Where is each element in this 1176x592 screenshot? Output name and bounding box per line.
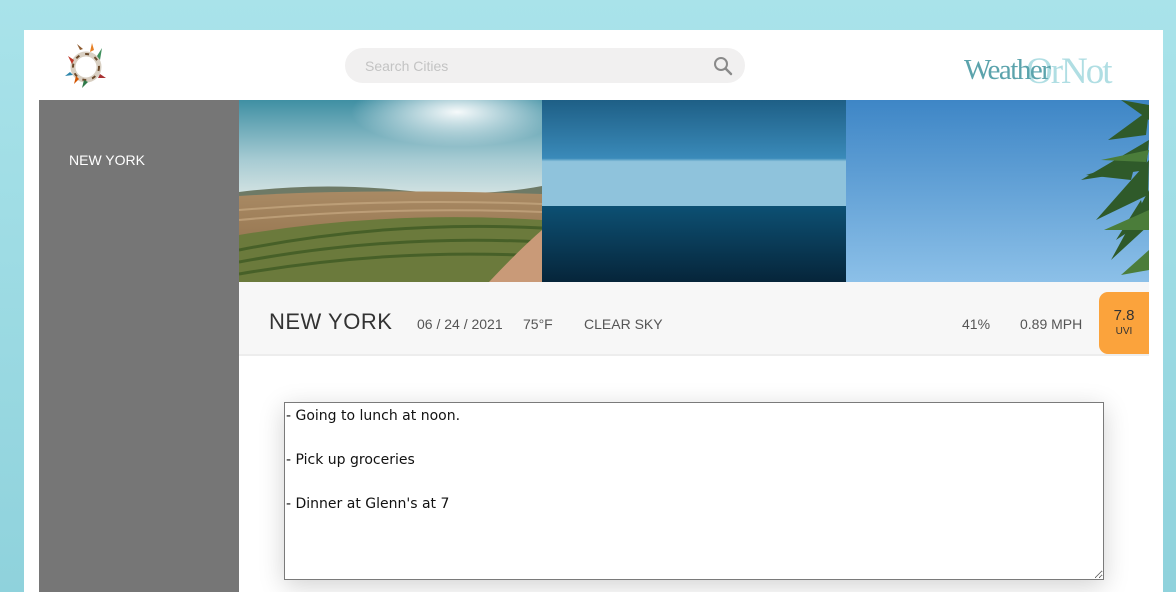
weather-description: CLEAR SKY [584, 316, 663, 332]
weather-city: NEW YORK [269, 309, 393, 334]
photo-strip [239, 100, 1149, 282]
weather-temperature: 75°F [523, 316, 553, 332]
search-icon[interactable] [713, 56, 733, 76]
wreath-logo-icon[interactable] [64, 40, 108, 90]
search-input[interactable] [363, 55, 697, 77]
weather-wind-speed: 0.89 MPH [1020, 316, 1083, 332]
uvi-label: UVI [1115, 326, 1133, 337]
search-bar [345, 48, 745, 83]
photo-palm-tree [846, 100, 1149, 282]
notes-textarea[interactable]: - Going to lunch at noon. - Pick up groc… [284, 402, 1104, 580]
sidebar: NEW YORK [39, 100, 239, 592]
brand-logo[interactable]: OrNot Weather [964, 50, 1134, 92]
weather-humidity: 41% [962, 316, 991, 332]
weather-date: 06 / 24 / 2021 [417, 316, 503, 332]
app-card: OrNot Weather NEW YORK [24, 30, 1163, 592]
sidebar-item-new-york[interactable]: NEW YORK [69, 152, 145, 168]
brand-text-weather: Weather [964, 54, 1051, 86]
uvi-badge: 7.8 UVI [1099, 292, 1149, 354]
uvi-value: 7.8 [1113, 307, 1135, 324]
photo-ocean [542, 100, 846, 282]
weather-summary-bar: NEW YORK 06 / 24 / 2021 75°F CLEAR SKY 4… [239, 282, 1149, 356]
photo-farmland [239, 100, 542, 282]
